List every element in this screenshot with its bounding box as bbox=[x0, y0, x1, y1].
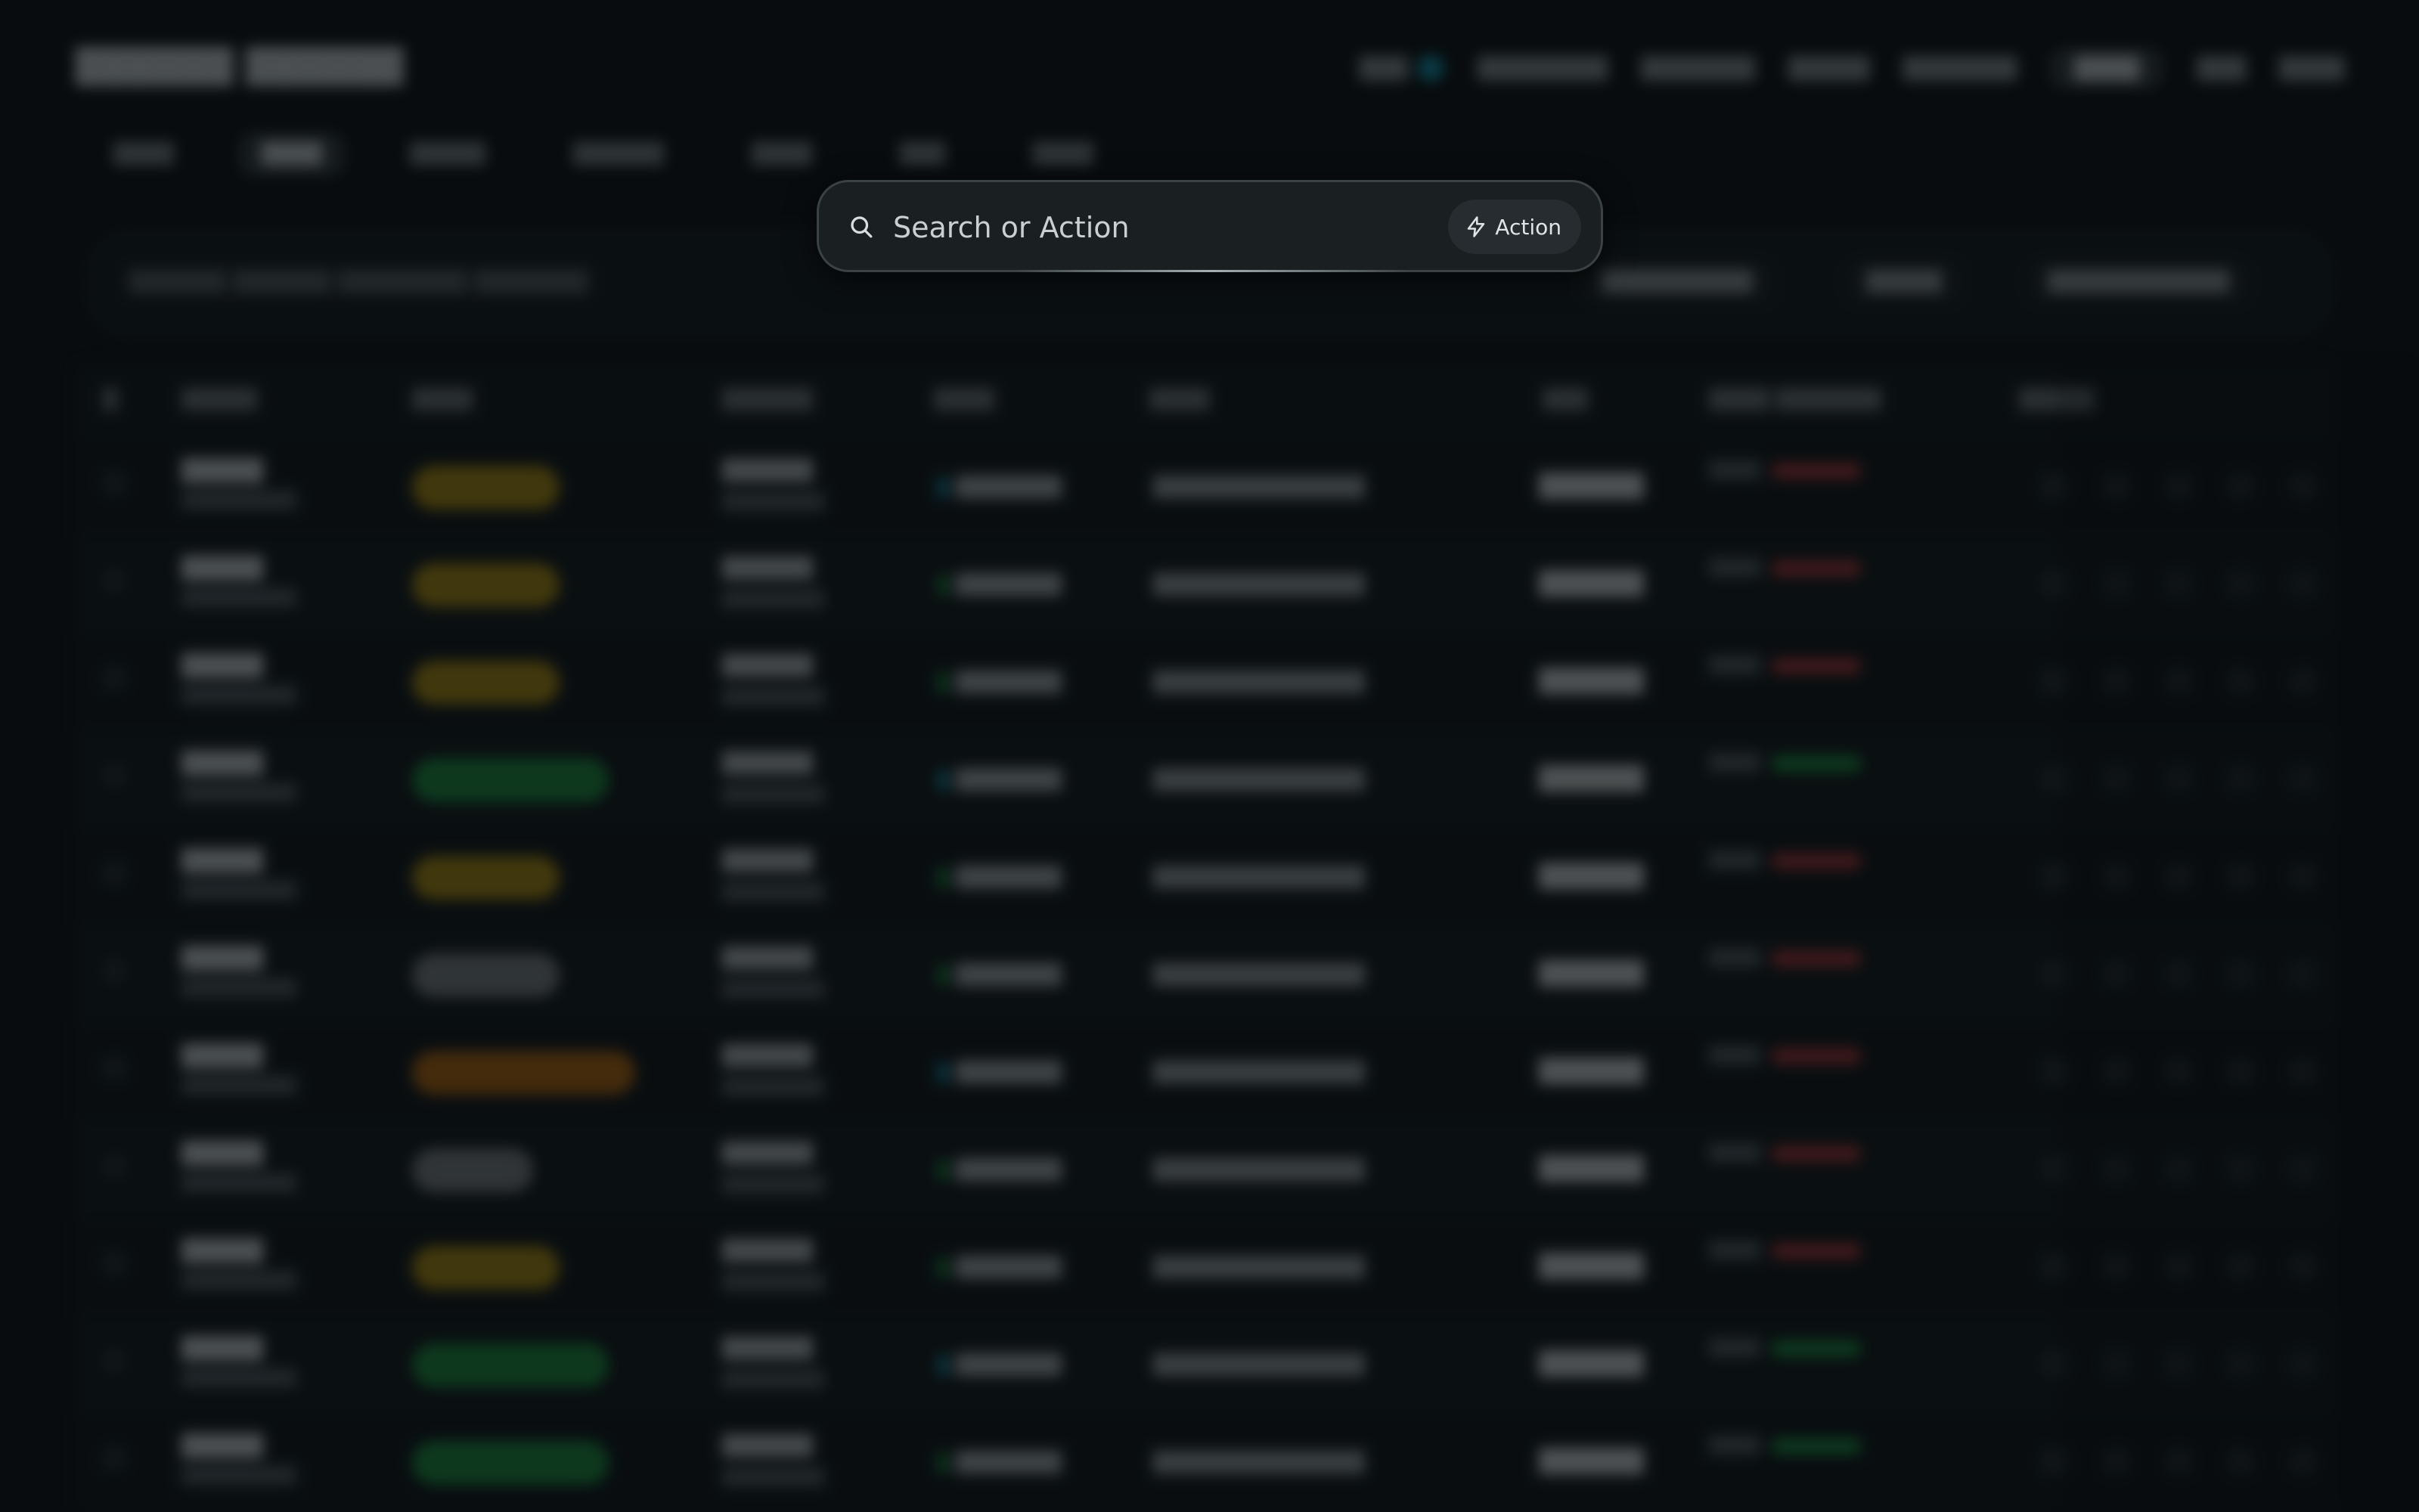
search-input[interactable] bbox=[892, 202, 1484, 253]
action-button[interactable]: Action bbox=[1448, 200, 1581, 254]
lightning-icon bbox=[1468, 216, 1485, 237]
focus-glow bbox=[1016, 270, 1409, 272]
app-window: ██████ ██████ ███ ████████ ███████ █████… bbox=[0, 0, 2419, 1512]
search-icon bbox=[851, 216, 873, 238]
action-button-label: Action bbox=[1495, 214, 1561, 240]
command-palette: Action bbox=[817, 180, 1603, 272]
